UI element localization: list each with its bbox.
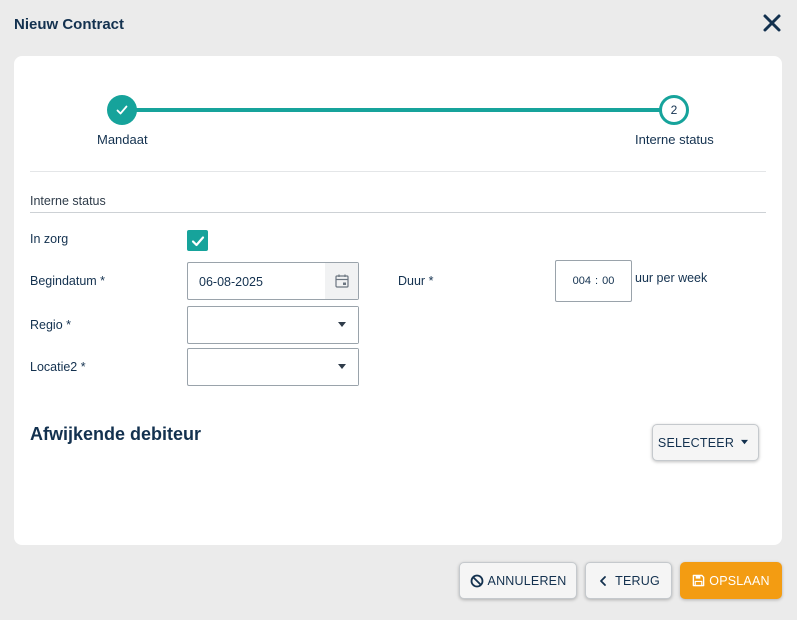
annuleren-label: ANNULEREN bbox=[487, 573, 567, 588]
begindatum-label: Begindatum * bbox=[30, 274, 106, 288]
in-zorg-label: In zorg bbox=[30, 232, 69, 246]
ban-icon bbox=[470, 574, 483, 587]
chevron-down-icon[interactable] bbox=[325, 349, 358, 385]
opslaan-button[interactable]: OPSLAAN bbox=[680, 562, 782, 599]
annuleren-button[interactable]: ANNULEREN bbox=[459, 562, 577, 599]
selecteer-label: SELECTEER bbox=[657, 435, 735, 450]
check-icon bbox=[191, 235, 204, 246]
step-mandaat-label: Mandaat bbox=[97, 132, 148, 147]
begindatum-field[interactable]: 06-08-2025 bbox=[187, 262, 359, 300]
step-interne-status-label: Interne status bbox=[635, 132, 714, 147]
calendar-icon[interactable] bbox=[325, 263, 358, 299]
step-mandaat-check-icon[interactable] bbox=[107, 95, 137, 125]
duur-time-input[interactable]: 004 : 00 bbox=[555, 260, 632, 302]
duur-suffix: uur per week bbox=[635, 271, 708, 285]
duur-separator: : bbox=[595, 275, 599, 287]
step-interne-status-number[interactable]: 2 bbox=[659, 95, 689, 125]
dialog-title: Nieuw Contract bbox=[14, 16, 125, 33]
in-zorg-checkbox[interactable] bbox=[187, 230, 208, 251]
locatie2-label: Locatie2 * bbox=[30, 360, 86, 374]
stepper-progress-line bbox=[136, 108, 688, 112]
selecteer-button[interactable]: SELECTEER bbox=[652, 424, 759, 461]
close-icon[interactable] bbox=[760, 11, 784, 35]
duur-label: Duur * bbox=[398, 274, 434, 288]
terug-button[interactable]: TERUG bbox=[585, 562, 672, 599]
divider bbox=[30, 171, 766, 172]
save-icon bbox=[692, 574, 705, 587]
terug-label: TERUG bbox=[615, 573, 660, 588]
chevron-down-icon[interactable] bbox=[325, 307, 358, 343]
duur-hours[interactable]: 004 bbox=[573, 275, 591, 287]
regio-label: Regio * bbox=[30, 318, 71, 332]
debiteur-title: Afwijkende debiteur bbox=[30, 424, 202, 444]
opslaan-label: OPSLAAN bbox=[709, 573, 770, 588]
regio-select[interactable] bbox=[187, 306, 359, 344]
caret-down-icon bbox=[741, 439, 749, 445]
dialog-card: 2 Mandaat Interne status Interne status … bbox=[14, 56, 782, 545]
chevron-left-icon bbox=[600, 575, 607, 586]
locatie2-select[interactable] bbox=[187, 348, 359, 386]
section-divider bbox=[30, 212, 766, 213]
duur-minutes[interactable]: 00 bbox=[602, 275, 614, 287]
begindatum-value: 06-08-2025 bbox=[199, 275, 263, 289]
section-title: Interne status bbox=[30, 194, 106, 208]
